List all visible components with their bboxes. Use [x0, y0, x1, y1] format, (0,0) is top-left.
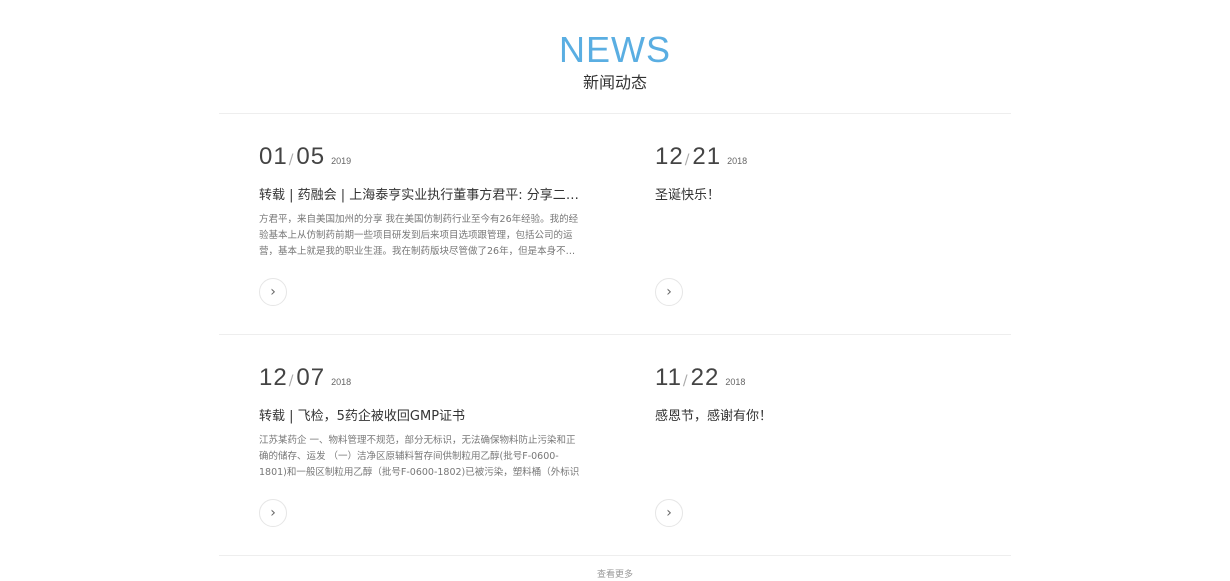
divider-bottom [219, 555, 1011, 556]
section-title-en: NEWS [559, 29, 671, 70]
date-separator: / [288, 152, 294, 168]
read-more-arrow-button[interactable]: › [259, 278, 287, 306]
view-more-link[interactable]: 查看更多 [0, 569, 1230, 581]
news-excerpt [655, 212, 977, 260]
news-title-link[interactable]: 感恩节，感谢有你！ [655, 407, 985, 427]
read-more-arrow-button[interactable]: › [655, 499, 683, 527]
news-day: 05 [296, 143, 326, 170]
news-month: 11 [655, 364, 682, 391]
divider-middle [219, 334, 1011, 335]
news-card-1: 01/05 2019 转载 | 药融会 | 上海泰亨实业执行董事方君平: 分享二十… [259, 142, 589, 312]
section-title-cn: 新闻动态 [582, 73, 647, 92]
news-month: 01 [259, 143, 288, 170]
news-date: 01/05 2019 [259, 142, 589, 172]
date-separator: / [684, 152, 690, 168]
news-excerpt: 方君平，来自美国加州的分享 我在美国仿制药行业至今有26年经验。我的经验基本上从… [259, 214, 579, 257]
chevron-right-icon: › [666, 284, 672, 300]
news-year: 2019 [331, 156, 352, 166]
news-month: 12 [655, 143, 684, 170]
read-more-arrow-button[interactable]: › [259, 499, 287, 527]
news-day: 07 [296, 364, 326, 391]
news-title-link[interactable]: 圣诞快乐！ [655, 186, 985, 206]
news-month: 12 [259, 364, 288, 391]
news-year: 2018 [727, 156, 748, 166]
news-year: 2018 [725, 377, 746, 387]
news-day: 21 [692, 143, 722, 170]
read-more-arrow-button[interactable]: › [655, 278, 683, 306]
chevron-right-icon: › [270, 284, 276, 300]
news-card-3: 12/07 2018 转载 | 飞检，5药企被收回GMP证书 江苏某药企 一、物料… [259, 363, 589, 533]
date-separator: / [682, 373, 688, 389]
news-day: 22 [690, 364, 720, 391]
news-card-4: 11/22 2018 感恩节，感谢有你！ › [655, 363, 985, 533]
news-excerpt: 江苏某药企 一、物料管理不规范，部分无标识，无法确保物料防止污染和正确的储存、运… [259, 435, 580, 478]
news-card-2: 12/21 2018 圣诞快乐！ › [655, 142, 985, 312]
chevron-right-icon: › [270, 505, 276, 521]
news-date: 11/22 2018 [655, 363, 985, 393]
news-title-link[interactable]: 转载 | 药融会 | 上海泰亨实业执行董事方君平: 分享二十五年的医药行业经验 [259, 186, 589, 206]
divider-top [219, 113, 1011, 114]
section-header: NEWS 新闻动态 [0, 30, 1230, 94]
news-title-link[interactable]: 转载 | 飞检，5药企被收回GMP证书 [259, 407, 589, 427]
news-excerpt [655, 433, 977, 481]
date-separator: / [288, 373, 294, 389]
chevron-right-icon: › [666, 505, 672, 521]
news-date: 12/21 2018 [655, 142, 985, 172]
news-year: 2018 [331, 377, 352, 387]
news-date: 12/07 2018 [259, 363, 589, 393]
